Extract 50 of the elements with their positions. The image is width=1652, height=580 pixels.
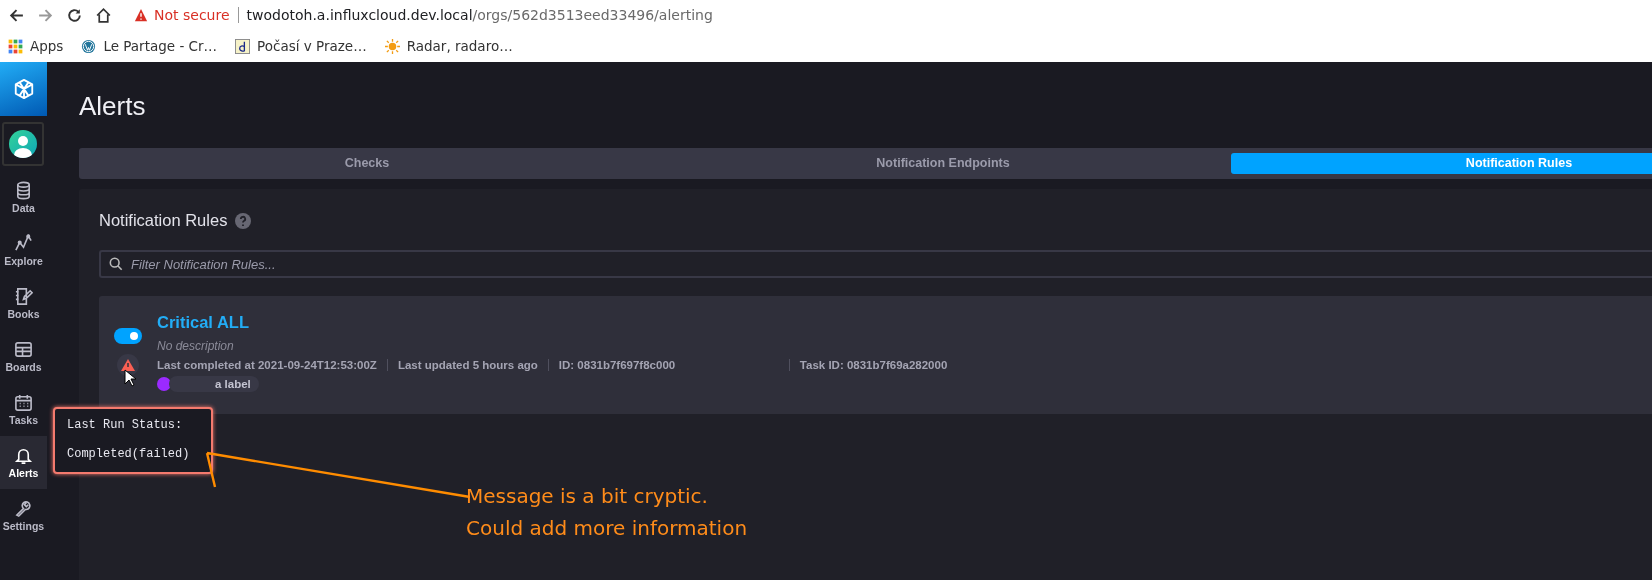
wordpress-logo-icon xyxy=(81,38,97,54)
label-dot-icon xyxy=(157,377,171,391)
meta-text: Task ID: 0831b7f69a282000 xyxy=(788,359,958,371)
script-letter-icon xyxy=(235,38,251,54)
toggle-switch[interactable] xyxy=(114,328,142,344)
cursor-icon xyxy=(124,369,136,387)
notebook-icon xyxy=(14,287,33,306)
rule-description: No description xyxy=(157,339,235,353)
meta-text: Last updated 5 hours ago xyxy=(386,359,548,371)
bookmark[interactable]: Apps xyxy=(8,38,64,54)
annotation-text: Message is a bit cryptic. Could add more information xyxy=(466,483,748,542)
tab[interactable]: Checks xyxy=(79,153,655,174)
sidebar-item[interactable]: Tasks xyxy=(0,383,47,436)
sidebar-item[interactable]: Explore xyxy=(0,224,47,277)
bookmark[interactable]: Radar, radaro… xyxy=(384,38,513,54)
rule-name-link[interactable]: Critical ALL xyxy=(157,313,958,332)
sidebar-item[interactable]: Data xyxy=(0,171,47,224)
warning-icon xyxy=(134,8,148,22)
add-label-button[interactable]: a label xyxy=(169,376,259,392)
home-icon[interactable] xyxy=(95,6,112,24)
section-title: Notification Rules xyxy=(99,211,228,230)
tooltip-title: Last Run Status: xyxy=(67,418,184,432)
warning-triangle-icon[interactable] xyxy=(120,357,136,373)
reload-icon[interactable] xyxy=(66,6,83,24)
search-icon xyxy=(109,257,123,271)
tab[interactable]: Notification Endpoints xyxy=(655,153,1231,174)
sidebar-item[interactable]: Boards xyxy=(0,330,47,383)
database-icon xyxy=(14,181,33,200)
tooltip-text: Completed(failed) xyxy=(67,447,191,461)
apps-grid-icon xyxy=(8,38,23,54)
help-icon[interactable] xyxy=(235,212,252,229)
user-avatar-tile[interactable] xyxy=(2,122,44,166)
line-graph-icon xyxy=(14,234,33,253)
filter-field[interactable]: Filter Notification Rules... xyxy=(99,250,1652,278)
sidebar-item[interactable]: Books xyxy=(0,277,47,330)
bookmark[interactable]: Počasí v Praze… xyxy=(235,38,367,54)
wrench-icon xyxy=(14,499,33,518)
logo-tile[interactable] xyxy=(0,62,47,116)
bookmark[interactable]: Le Partage - Cr… xyxy=(81,38,218,54)
grid-icon xyxy=(14,340,33,359)
sun-icon xyxy=(384,38,400,54)
cuboctahedron-logo-icon xyxy=(12,78,35,100)
avatar-icon xyxy=(9,130,37,158)
meta-text: Last completed at 2021-09-24T12:53:00Z xyxy=(157,359,378,371)
meta-text: ID: 0831b7f697f8c000 xyxy=(547,359,789,371)
bell-icon xyxy=(14,446,33,465)
calendar-icon xyxy=(14,393,33,412)
page-title: Alerts xyxy=(79,89,147,123)
sidebar-item[interactable]: Alerts xyxy=(0,436,47,489)
sidebar-item[interactable]: Settings xyxy=(0,489,47,542)
